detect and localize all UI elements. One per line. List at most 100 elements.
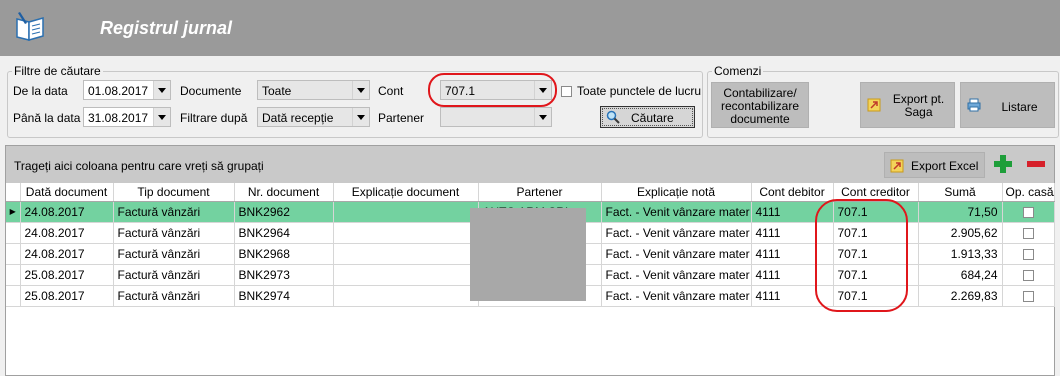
cell-debit[interactable]: 4111 (751, 222, 834, 244)
column-header[interactable]: Explicație notă (601, 183, 752, 202)
chevron-down-icon[interactable] (534, 81, 551, 99)
to-date-label: Până la data (13, 111, 81, 125)
column-header[interactable]: Cont debitor (751, 183, 834, 202)
chevron-down-icon[interactable] (534, 108, 551, 126)
column-header[interactable]: Nr. document (234, 183, 334, 202)
cell-doc-explanation[interactable] (333, 264, 479, 286)
cell-date[interactable]: 24.08.2017 (20, 201, 114, 223)
cash-checkbox[interactable] (1022, 248, 1034, 260)
printer-icon (967, 98, 981, 112)
export-saga-button[interactable]: Export pt. Saga (860, 82, 955, 128)
cell-cash[interactable] (1002, 222, 1055, 244)
cell-amount[interactable]: 684,24 (918, 264, 1003, 286)
current-row-indicator-icon: ▶ (6, 201, 21, 223)
search-button-label: Căutare (631, 111, 674, 125)
cell-credit[interactable]: 707.1 (833, 222, 919, 244)
cell-cash[interactable] (1002, 201, 1055, 223)
chevron-down-icon[interactable] (352, 81, 369, 99)
cell-date[interactable]: 24.08.2017 (20, 243, 114, 265)
to-date-picker[interactable]: 31.08.2017 (83, 107, 171, 127)
post-documents-label: Contabilizare/ recontabilizare documente (720, 86, 800, 126)
account-select[interactable]: 707.1 (440, 80, 552, 100)
cell-date[interactable]: 24.08.2017 (20, 222, 114, 244)
cell-credit[interactable]: 707.1 (833, 285, 919, 307)
documents-value: Toate (262, 84, 292, 98)
cell-number[interactable]: BNK2962 (234, 201, 334, 223)
filter-by-select[interactable]: Dată recepție (257, 107, 370, 127)
account-value: 707.1 (445, 84, 476, 98)
cell-cash[interactable] (1002, 264, 1055, 286)
minus-icon[interactable] (1025, 153, 1047, 175)
cell-note[interactable]: Fact. - Venit vânzare mater (601, 264, 752, 286)
column-header[interactable]: Cont creditor (833, 183, 919, 202)
cell-type[interactable]: Factură vânzări (113, 222, 235, 244)
cell-type[interactable]: Factură vânzări (113, 264, 235, 286)
documents-select[interactable]: Toate (257, 80, 370, 100)
export-excel-label: Export Excel (911, 159, 979, 173)
cell-note[interactable]: Fact. - Venit vânzare mater (601, 222, 752, 244)
column-header[interactable]: Explicație document (333, 183, 479, 202)
commands-legend: Comenzi (714, 64, 762, 78)
cell-credit[interactable]: 707.1 (833, 243, 919, 265)
cell-amount[interactable]: 2.905,62 (918, 222, 1003, 244)
group-by-bar[interactable]: Trageți aici coloana pentru care vreți s… (6, 146, 1054, 183)
chevron-down-icon[interactable] (153, 108, 170, 126)
chevron-down-icon[interactable] (153, 81, 170, 99)
column-header[interactable]: Op. casă/b (1002, 183, 1055, 202)
cell-note[interactable]: Fact. - Venit vânzare mater (601, 243, 752, 265)
cell-amount[interactable]: 2.269,83 (918, 285, 1003, 307)
export-saga-label: Export pt. Saga (892, 92, 945, 119)
documents-label: Documente (180, 84, 242, 98)
search-button[interactable]: Căutare (600, 106, 695, 128)
cash-checkbox[interactable] (1022, 269, 1034, 281)
cell-date[interactable]: 25.08.2017 (20, 285, 114, 307)
column-header[interactable]: Partener (478, 183, 602, 202)
cell-debit[interactable]: 4111 (751, 201, 834, 223)
cell-cash[interactable] (1002, 243, 1055, 265)
cell-number[interactable]: BNK2968 (234, 243, 334, 265)
all-workpoints-checkbox[interactable] (561, 86, 572, 97)
cell-doc-explanation[interactable] (333, 222, 479, 244)
cell-number[interactable]: BNK2974 (234, 285, 334, 307)
window-title: Registrul jurnal (100, 18, 233, 38)
filter-by-label: Filtrare după (180, 111, 248, 125)
plus-icon[interactable] (992, 153, 1014, 175)
cell-debit[interactable]: 4111 (751, 264, 834, 286)
cell-amount[interactable]: 71,50 (918, 201, 1003, 223)
cell-type[interactable]: Factură vânzări (113, 285, 235, 307)
cell-note[interactable]: Fact. - Venit vânzare mater (601, 285, 752, 307)
partner-select[interactable] (440, 107, 552, 127)
cell-debit[interactable]: 4111 (751, 243, 834, 265)
book-pen-icon (16, 12, 44, 41)
post-documents-button[interactable]: Contabilizare/ recontabilizare documente (711, 82, 809, 128)
cell-note[interactable]: Fact. - Venit vânzare mater (601, 201, 752, 223)
cell-credit[interactable]: 707.1 (833, 264, 919, 286)
cell-date[interactable]: 25.08.2017 (20, 264, 114, 286)
cell-number[interactable]: BNK2964 (234, 222, 334, 244)
column-header[interactable]: Dată document (20, 183, 114, 202)
print-button[interactable]: Listare (960, 82, 1055, 128)
cash-checkbox[interactable] (1022, 206, 1034, 218)
cell-doc-explanation[interactable] (333, 201, 479, 223)
from-date-value: 01.08.2017 (88, 84, 149, 98)
cell-doc-explanation[interactable] (333, 285, 479, 307)
account-label: Cont (378, 84, 404, 98)
column-header[interactable]: Sumă (918, 183, 1003, 202)
cell-cash[interactable] (1002, 285, 1055, 307)
cell-type[interactable]: Factură vânzări (113, 243, 235, 265)
from-date-picker[interactable]: 01.08.2017 (83, 80, 171, 100)
group-by-hint: Trageți aici coloana pentru care vreți s… (14, 159, 264, 173)
table-header-row: Dată document Tip document Nr. document … (6, 183, 1055, 202)
chevron-down-icon[interactable] (352, 108, 369, 126)
cash-checkbox[interactable] (1022, 290, 1034, 302)
cell-debit[interactable]: 4111 (751, 285, 834, 307)
column-header[interactable]: Tip document (113, 183, 235, 202)
cash-checkbox[interactable] (1022, 227, 1034, 239)
cell-amount[interactable]: 1.913,33 (918, 243, 1003, 265)
excel-export-icon (890, 159, 904, 173)
cell-doc-explanation[interactable] (333, 243, 479, 265)
cell-credit[interactable]: 707.1 (833, 201, 919, 223)
cell-type[interactable]: Factură vânzări (113, 201, 235, 223)
export-excel-button[interactable]: Export Excel (884, 152, 985, 178)
cell-number[interactable]: BNK2973 (234, 264, 334, 286)
